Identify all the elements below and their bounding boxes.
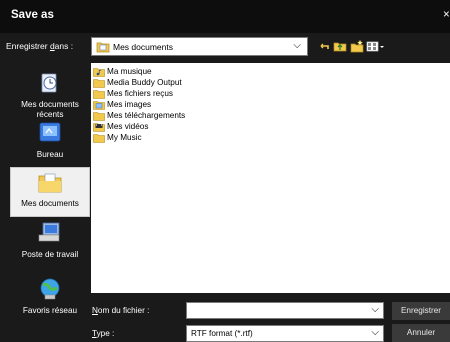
lookin-label-post: ans : (54, 41, 74, 51)
place-desktop[interactable]: Bureau (10, 121, 90, 161)
place-label: Mes documents (21, 199, 79, 208)
list-item[interactable]: Media Buddy Output (93, 77, 182, 88)
filetype-value: RTF format (*.rtf) (191, 329, 253, 338)
list-item[interactable]: Ma musique (93, 66, 152, 77)
cancel-button[interactable]: Annuler (392, 324, 450, 342)
save-button[interactable]: Enregistrer (392, 302, 450, 320)
lookin-label-pre: Enregistrer (6, 41, 50, 51)
folder-documents-icon (96, 41, 110, 55)
place-label: Mes documents récents (21, 100, 79, 119)
lookin-value: Mes documents (113, 42, 173, 52)
folder-icon (93, 133, 105, 143)
filetype-label-rest: ype : (96, 329, 115, 338)
filetype-dropdown[interactable]: RTF format (*.rtf) ⌵ (186, 325, 384, 342)
videos-folder-icon (93, 122, 105, 132)
music-folder-icon (93, 67, 105, 77)
file-label: Mes vidéos (107, 121, 149, 131)
file-label: Ma musique (107, 66, 152, 76)
back-arrow-icon[interactable] (318, 39, 332, 53)
chevron-down-icon[interactable]: ⌵ (293, 40, 301, 51)
recent-documents-icon (10, 71, 90, 98)
filename-label: Nom du fichier : (92, 306, 149, 315)
chevron-down-icon[interactable]: ⌵ (371, 327, 379, 338)
folder-icon (93, 78, 105, 88)
desktop-icon (10, 121, 90, 148)
title-bar: Save as × (0, 0, 450, 33)
chevron-down-icon[interactable]: ⌵ (371, 304, 379, 315)
new-folder-icon[interactable] (350, 39, 364, 53)
file-list[interactable]: Ma musique Media Buddy Output Mes fichie… (91, 63, 450, 293)
place-my-computer[interactable]: Poste de travail (10, 221, 90, 265)
place-label: Poste de travail (21, 250, 79, 259)
place-network[interactable]: Favoris réseau (10, 277, 90, 321)
lookin-dropdown[interactable]: Mes documents ⌵ (91, 37, 308, 56)
folder-icon (93, 111, 105, 121)
list-item[interactable]: Mes fichiers reçus (93, 88, 173, 99)
window-title: Save as (11, 9, 54, 21)
file-label: Mes fichiers reçus (107, 88, 173, 98)
close-button[interactable]: × (443, 9, 450, 21)
places-bar: Mes documents récents Bureau Mes documen… (10, 63, 90, 342)
network-places-icon (10, 277, 90, 304)
file-label: Mes images (107, 99, 152, 109)
file-label: Media Buddy Output (107, 77, 182, 87)
place-my-documents[interactable]: Mes documents (10, 167, 90, 217)
lookin-label: Enregistrer dans : (6, 41, 73, 51)
up-folder-icon[interactable] (333, 39, 347, 53)
view-menu-icon[interactable] (366, 39, 386, 53)
list-item[interactable]: My Music (93, 132, 142, 143)
my-computer-icon (10, 221, 90, 248)
filename-label-rest: om du fichier : (97, 306, 150, 315)
place-label: Favoris réseau (22, 306, 78, 315)
folder-icon (93, 89, 105, 99)
filename-combo[interactable]: ⌵ (186, 302, 384, 319)
pictures-folder-icon (93, 100, 105, 110)
file-label: Mes téléchargements (107, 110, 186, 120)
file-label: My Music (107, 132, 142, 142)
my-documents-icon (11, 172, 89, 197)
list-item[interactable]: Mes vidéos (93, 121, 148, 132)
list-item[interactable]: Mes images (93, 99, 151, 110)
filename-input[interactable] (187, 303, 367, 318)
filetype-label: Type : (92, 329, 114, 338)
place-label: Bureau (36, 150, 64, 159)
list-item[interactable]: Mes téléchargements (93, 110, 185, 121)
